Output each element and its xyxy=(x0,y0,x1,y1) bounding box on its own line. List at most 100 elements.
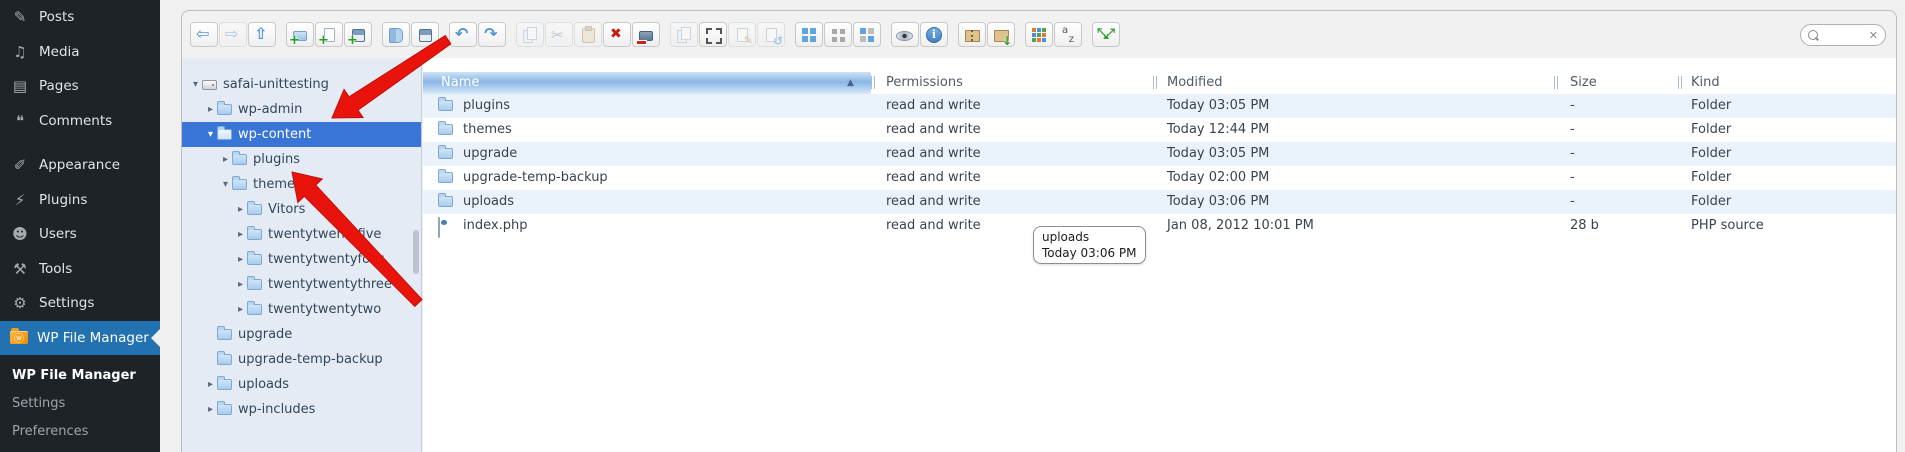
table-row-plugins[interactable]: pluginsread and writeToday 03:05 PM-Fold… xyxy=(423,94,1896,118)
delete-button[interactable] xyxy=(603,22,631,47)
tree-item-wp-content[interactable]: ▾wp-content xyxy=(182,122,421,147)
fullscreen-button[interactable] xyxy=(1092,22,1120,47)
preview-button[interactable] xyxy=(891,22,919,47)
redo-button[interactable] xyxy=(478,22,506,47)
search-input[interactable] xyxy=(1818,28,1869,42)
tree-item-plugins[interactable]: ▸plugins xyxy=(182,147,421,172)
tree-item-themes[interactable]: ▾themes xyxy=(182,172,421,197)
table-row-themes[interactable]: themesread and writeToday 12:44 PM-Folde… xyxy=(423,118,1896,142)
expand-arrow-icon[interactable]: ▸ xyxy=(234,279,247,290)
view-list-button[interactable] xyxy=(824,22,852,47)
new-file-icon xyxy=(320,26,338,44)
table-row-index-php[interactable]: index.phpread and writeJan 08, 2012 10:0… xyxy=(423,214,1896,238)
forward-button[interactable] xyxy=(219,22,247,47)
sidebar-item-comments[interactable]: ❝Comments xyxy=(0,104,160,139)
table-row-upgrade-temp-backup[interactable]: upgrade-temp-backupread and writeToday 0… xyxy=(423,166,1896,190)
copy-button[interactable] xyxy=(516,22,544,47)
upload-button[interactable] xyxy=(344,22,372,47)
tree-item-vitors[interactable]: ▸Vitors xyxy=(182,197,421,222)
column-header-permissions[interactable]: Permissions xyxy=(886,72,963,94)
info-button[interactable] xyxy=(920,22,948,47)
restore-button[interactable] xyxy=(757,22,785,47)
collapse-arrow-icon[interactable]: ▾ xyxy=(204,129,217,140)
tree-item-twentytwentyfour[interactable]: ▸twentytwentyfour xyxy=(182,247,421,272)
expand-arrow-icon[interactable]: ▸ xyxy=(234,229,247,240)
extract-button[interactable] xyxy=(987,22,1015,47)
tree-item-wp-includes[interactable]: ▸wp-includes xyxy=(182,397,421,422)
column-header-size[interactable]: Size xyxy=(1570,72,1597,94)
toolbar-group xyxy=(449,22,507,47)
open-button[interactable] xyxy=(382,22,410,47)
tree-item-safai-unittesting[interactable]: ▾safai-unittesting xyxy=(182,72,421,97)
sidebar-item-label: Posts xyxy=(39,9,74,25)
undo-button[interactable] xyxy=(449,22,477,47)
sort-button[interactable] xyxy=(1054,22,1082,47)
collapse-arrow-icon[interactable]: ▾ xyxy=(219,179,232,190)
paste-button[interactable] xyxy=(574,22,602,47)
cell-kind: Folder xyxy=(1691,190,1731,214)
expand-arrow-icon[interactable]: ▸ xyxy=(234,204,247,215)
cell-size: - xyxy=(1570,166,1575,190)
sidebar-item-tools[interactable]: ⚒Tools xyxy=(0,252,160,287)
sidebar-item-users[interactable]: ☻Users xyxy=(0,217,160,252)
expand-arrow-icon[interactable]: ▸ xyxy=(204,379,217,390)
column-resize-handle[interactable] xyxy=(1554,76,1558,89)
sidebar-item-appearance[interactable]: ✐Appearance xyxy=(0,148,160,183)
submenu-item-preferences[interactable]: Preferences xyxy=(0,418,160,446)
sidebar-item-wp-file-manager[interactable]: WP File Manager xyxy=(0,321,160,355)
tree-item-twentytwentyfive[interactable]: ▸twentytwentyfive xyxy=(182,222,421,247)
tree-item-upgrade-temp-backup[interactable]: upgrade-temp-backup xyxy=(182,347,421,372)
sidebar-item-posts[interactable]: ✎Posts xyxy=(0,0,160,35)
tree-item-upgrade[interactable]: upgrade xyxy=(182,322,421,347)
empty-folder-button[interactable] xyxy=(632,22,660,47)
sidebar-item-media[interactable]: ♫Media xyxy=(0,35,160,70)
new-file-button[interactable] xyxy=(315,22,343,47)
table-row-upgrade[interactable]: upgraderead and writeToday 03:05 PM-Fold… xyxy=(423,142,1896,166)
comments-icon: ❝ xyxy=(10,112,30,130)
cell-permissions: read and write xyxy=(886,94,981,118)
column-header-kind[interactable]: Kind xyxy=(1691,72,1720,94)
submenu-item-wp-file-manager[interactable]: WP File Manager xyxy=(0,362,160,390)
expand-arrow-icon[interactable]: ▸ xyxy=(219,154,232,165)
download-button[interactable] xyxy=(411,22,439,47)
expand-arrow-icon[interactable]: ▸ xyxy=(234,304,247,315)
view-columns-button[interactable] xyxy=(853,22,881,47)
grid-view-button[interactable] xyxy=(1025,22,1053,47)
cut-button[interactable] xyxy=(545,22,573,47)
folder-icon xyxy=(217,379,232,390)
delete-icon xyxy=(608,26,626,44)
close-icon[interactable]: ✕ xyxy=(1869,29,1878,42)
column-header-name[interactable]: Name xyxy=(441,72,479,94)
search-box[interactable]: ✕ xyxy=(1800,24,1886,46)
expand-arrow-icon[interactable]: ▸ xyxy=(234,254,247,265)
plugins-icon: ⚡ xyxy=(10,191,30,209)
duplicate-button[interactable] xyxy=(670,22,698,47)
column-resize-handle[interactable] xyxy=(1153,76,1157,89)
toolbar-group xyxy=(190,22,277,47)
submenu-item-settings[interactable]: Settings xyxy=(0,390,160,418)
view-icons-button[interactable] xyxy=(795,22,823,47)
edit-button[interactable] xyxy=(728,22,756,47)
column-resize-handle[interactable] xyxy=(1678,76,1682,89)
sidebar-item-plugins[interactable]: ⚡Plugins xyxy=(0,183,160,218)
back-button[interactable] xyxy=(190,22,218,47)
column-header-modified[interactable]: Modified xyxy=(1167,72,1222,94)
sidebar-item-settings[interactable]: ⚙Settings xyxy=(0,286,160,321)
select-all-button[interactable] xyxy=(699,22,727,47)
expand-arrow-icon[interactable]: ▸ xyxy=(204,104,217,115)
tree-item-uploads[interactable]: ▸ uploads xyxy=(182,372,421,397)
column-resize-handle[interactable] xyxy=(871,76,875,89)
up-button[interactable] xyxy=(248,22,276,47)
table-row-uploads[interactable]: uploadsread and writeToday 03:06 PM-Fold… xyxy=(423,190,1896,214)
collapse-arrow-icon[interactable]: ▾ xyxy=(189,79,202,90)
sidebar-item-pages[interactable]: ▤Pages xyxy=(0,69,160,104)
tree-scrollbar[interactable] xyxy=(413,230,419,274)
tree-item-twentytwentythree[interactable]: ▸twentytwentythree xyxy=(182,272,421,297)
archive-button[interactable] xyxy=(958,22,986,47)
expand-arrow-icon[interactable]: ▸ xyxy=(204,404,217,415)
download-icon xyxy=(416,26,434,44)
tree-item-wp-admin[interactable]: ▸wp-admin xyxy=(182,97,421,122)
new-folder-button[interactable] xyxy=(286,22,314,47)
tree-item-twentytwentytwo[interactable]: ▸twentytwentytwo xyxy=(182,297,421,322)
tree-item-label: uploads xyxy=(238,377,289,392)
